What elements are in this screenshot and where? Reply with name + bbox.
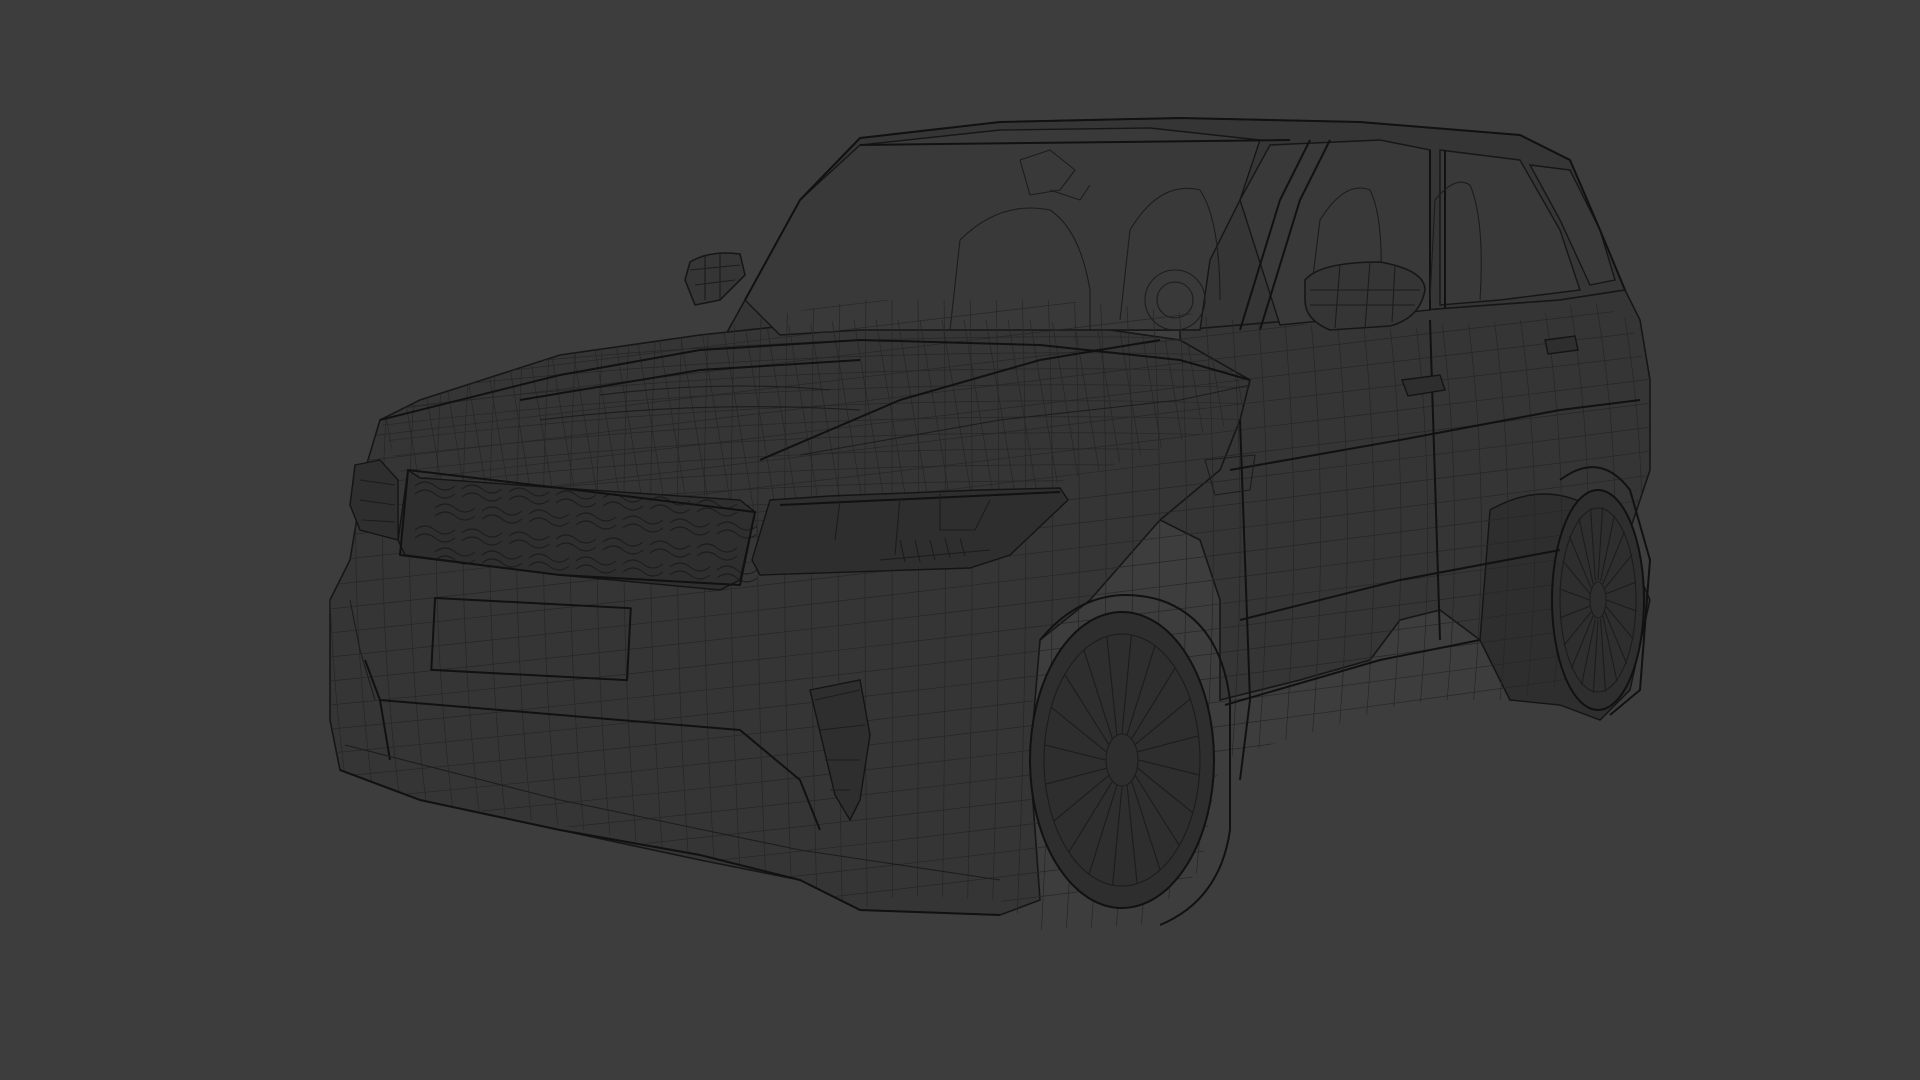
windshield: [744, 127, 1261, 336]
wireframe-car-model[interactable]: [0, 0, 1920, 1080]
3d-viewport[interactable]: [0, 0, 1920, 1080]
front-wheel: [1029, 594, 1231, 926]
rear-door-handle: [1544, 335, 1579, 355]
left-mirror: [684, 252, 746, 306]
